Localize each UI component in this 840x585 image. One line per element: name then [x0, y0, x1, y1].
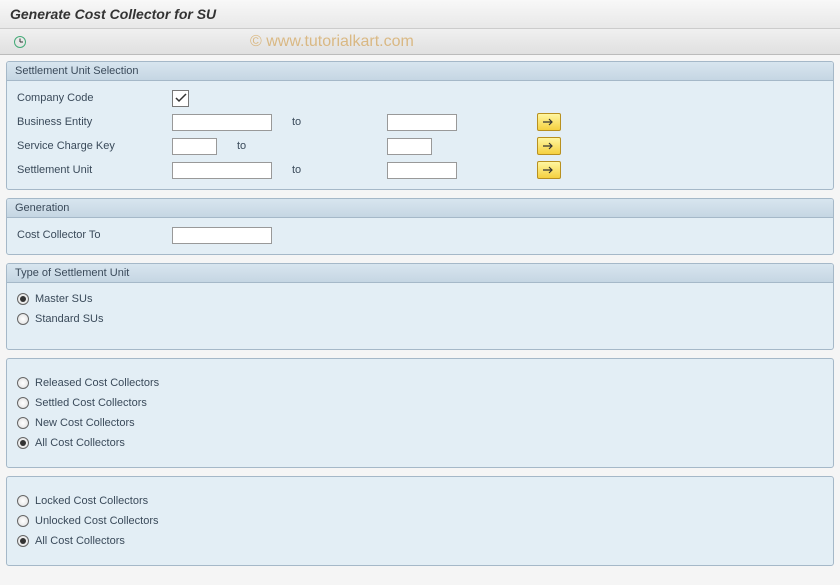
input-cost-collector-to[interactable]: [172, 227, 272, 244]
radio-icon: [17, 437, 29, 449]
groupbox-header-generation: Generation: [7, 199, 833, 218]
groupbox-status2: Locked Cost Collectors Unlocked Cost Col…: [6, 476, 834, 566]
label-service-charge-key: Service Charge Key: [17, 140, 172, 152]
radio-icon: [17, 515, 29, 527]
radio-icon: [17, 495, 29, 507]
label-to-service-charge-key: to: [217, 140, 387, 152]
radio-label: Settled Cost Collectors: [35, 397, 147, 409]
execute-button[interactable]: [10, 33, 30, 51]
input-service-charge-key-to[interactable]: [387, 138, 432, 155]
row-service-charge-key: Service Charge Key to: [17, 135, 823, 157]
page-title: Generate Cost Collector for SU: [0, 0, 840, 29]
groupbox-status1: Released Cost Collectors Settled Cost Co…: [6, 358, 834, 468]
radio-all-cc-2[interactable]: All Cost Collectors: [17, 531, 823, 551]
multi-select-service-charge-key[interactable]: [537, 137, 561, 155]
label-cost-collector-to: Cost Collector To: [17, 229, 172, 241]
content-area: Settlement Unit Selection Company Code B…: [0, 55, 840, 580]
radio-label: New Cost Collectors: [35, 417, 135, 429]
groupbox-selection: Settlement Unit Selection Company Code B…: [6, 61, 834, 190]
arrow-right-icon: [542, 141, 556, 151]
checkbox-company-code[interactable]: [172, 90, 189, 107]
radio-released-cc[interactable]: Released Cost Collectors: [17, 373, 823, 393]
radio-label: All Cost Collectors: [35, 535, 125, 547]
label-company-code: Company Code: [17, 92, 172, 104]
row-company-code: Company Code: [17, 87, 823, 109]
label-business-entity: Business Entity: [17, 116, 172, 128]
radio-label: Unlocked Cost Collectors: [35, 515, 159, 527]
radio-locked-cc[interactable]: Locked Cost Collectors: [17, 491, 823, 511]
radio-all-cc-1[interactable]: All Cost Collectors: [17, 433, 823, 453]
radio-standard-sus[interactable]: Standard SUs: [17, 309, 823, 329]
radio-settled-cc[interactable]: Settled Cost Collectors: [17, 393, 823, 413]
input-business-entity-to[interactable]: [387, 114, 457, 131]
arrow-right-icon: [542, 165, 556, 175]
radio-label: Standard SUs: [35, 313, 103, 325]
arrow-right-icon: [542, 117, 556, 127]
input-service-charge-key-from[interactable]: [172, 138, 217, 155]
clock-icon: [13, 35, 27, 49]
radio-label: Master SUs: [35, 293, 92, 305]
radio-unlocked-cc[interactable]: Unlocked Cost Collectors: [17, 511, 823, 531]
groupbox-header-selection: Settlement Unit Selection: [7, 62, 833, 81]
check-icon: [175, 93, 187, 103]
radio-icon: [17, 313, 29, 325]
radio-icon: [17, 535, 29, 547]
input-settlement-unit-from[interactable]: [172, 162, 272, 179]
row-cost-collector-to: Cost Collector To: [17, 224, 823, 246]
groupbox-type-su: Type of Settlement Unit Master SUs Stand…: [6, 263, 834, 350]
radio-icon: [17, 377, 29, 389]
label-to-settlement-unit: to: [272, 164, 387, 176]
multi-select-business-entity[interactable]: [537, 113, 561, 131]
label-to-business-entity: to: [272, 116, 387, 128]
radio-new-cc[interactable]: New Cost Collectors: [17, 413, 823, 433]
input-settlement-unit-to[interactable]: [387, 162, 457, 179]
watermark: © www.tutorialkart.com: [250, 33, 414, 51]
multi-select-settlement-unit[interactable]: [537, 161, 561, 179]
radio-icon: [17, 397, 29, 409]
toolbar: © www.tutorialkart.com: [0, 29, 840, 55]
radio-master-sus[interactable]: Master SUs: [17, 289, 823, 309]
radio-icon: [17, 417, 29, 429]
label-settlement-unit: Settlement Unit: [17, 164, 172, 176]
row-settlement-unit: Settlement Unit to: [17, 159, 823, 181]
radio-label: All Cost Collectors: [35, 437, 125, 449]
radio-label: Locked Cost Collectors: [35, 495, 148, 507]
groupbox-generation: Generation Cost Collector To: [6, 198, 834, 255]
input-business-entity-from[interactable]: [172, 114, 272, 131]
radio-icon: [17, 293, 29, 305]
groupbox-header-type-su: Type of Settlement Unit: [7, 264, 833, 283]
radio-label: Released Cost Collectors: [35, 377, 159, 389]
row-business-entity: Business Entity to: [17, 111, 823, 133]
